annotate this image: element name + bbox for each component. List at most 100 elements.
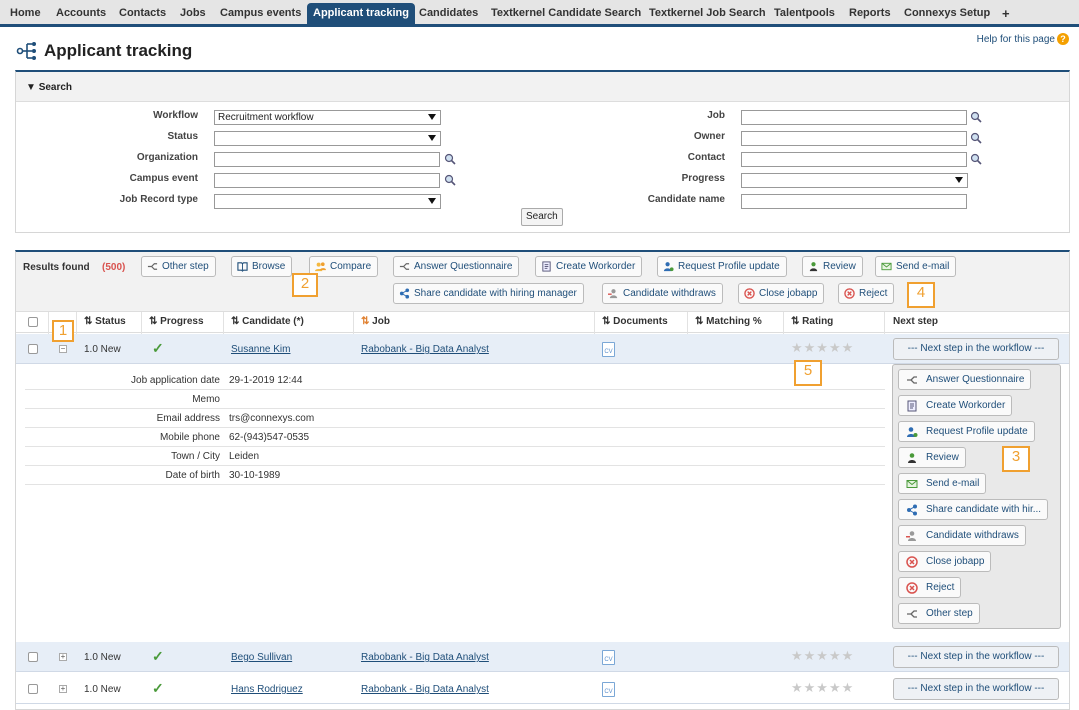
- cv-document-icon[interactable]: CV: [602, 650, 615, 665]
- tab-applicant-tracking[interactable]: Applicant tracking: [307, 3, 415, 24]
- workflow-label: Workflow: [153, 110, 198, 121]
- menu-answer-questionnaire[interactable]: Answer Questionnaire: [898, 369, 1032, 390]
- column-job[interactable]: ⇅ Job: [361, 316, 390, 327]
- cv-document-icon[interactable]: CV: [602, 342, 615, 357]
- reject-button[interactable]: Reject: [838, 283, 895, 304]
- tab-accounts[interactable]: Accounts: [50, 3, 112, 24]
- contact-input[interactable]: [741, 152, 967, 167]
- tab-home[interactable]: Home: [4, 3, 47, 24]
- detail-value: trs@connexys.com: [229, 413, 315, 424]
- row-checkbox[interactable]: [28, 652, 38, 662]
- search-button[interactable]: Search: [521, 208, 563, 226]
- column-separator: [687, 312, 688, 334]
- tab-jobs[interactable]: Jobs: [174, 3, 212, 24]
- rating-stars[interactable]: ★★★★★: [791, 648, 854, 664]
- next-step-menu: Answer Questionnaire Create Workorder Re…: [892, 364, 1061, 629]
- candidate-link[interactable]: Bego Sullivan: [231, 652, 292, 663]
- search-header[interactable]: ▼ Search: [16, 72, 1069, 102]
- lookup-icon[interactable]: [970, 111, 982, 123]
- next-step-dropdown[interactable]: --- Next step in the workflow ---: [893, 646, 1059, 668]
- status-select[interactable]: [214, 131, 441, 146]
- column-progress[interactable]: ⇅ Progress: [149, 316, 204, 327]
- compare-button[interactable]: Compare: [309, 256, 379, 277]
- row-checkbox[interactable]: [28, 684, 38, 694]
- create-workorder-label: Create Workorder: [556, 261, 636, 272]
- candidate-link[interactable]: Susanne Kim: [231, 344, 290, 355]
- job-link[interactable]: Rabobank - Big Data Analyst: [361, 344, 489, 355]
- row-checkbox[interactable]: [28, 344, 38, 354]
- close-jobapp-button[interactable]: Close jobapp: [738, 283, 825, 304]
- workflow-select[interactable]: Recruitment workflow: [214, 110, 441, 125]
- job-link[interactable]: Rabobank - Big Data Analyst: [361, 684, 489, 695]
- tab-textkernel-candidate-search[interactable]: Textkernel Candidate Search: [485, 3, 647, 24]
- user-update-icon: [907, 427, 918, 437]
- expand-row-icon[interactable]: +: [59, 685, 67, 693]
- tab-candidates[interactable]: Candidates: [413, 3, 484, 24]
- share-candidate-button[interactable]: Share candidate with hiring manager: [393, 283, 584, 304]
- menu-request-profile-update[interactable]: Request Profile update: [898, 421, 1035, 442]
- organization-input[interactable]: [214, 152, 440, 167]
- column-matching[interactable]: ⇅ Matching %: [695, 316, 762, 327]
- next-step-dropdown[interactable]: --- Next step in the workflow ---: [893, 678, 1059, 700]
- create-workorder-button[interactable]: Create Workorder: [535, 256, 643, 277]
- menu-review-label: Review: [926, 452, 959, 463]
- expand-row-icon[interactable]: +: [59, 653, 67, 661]
- candidate-withdraws-button[interactable]: Candidate withdraws: [602, 283, 723, 304]
- column-separator: [76, 312, 77, 334]
- column-rating[interactable]: ⇅ Rating: [791, 316, 833, 327]
- rating-stars[interactable]: ★★★★★: [791, 340, 854, 356]
- column-candidate[interactable]: ⇅ Candidate (*): [231, 316, 304, 327]
- answer-questionnaire-button[interactable]: Answer Questionnaire: [393, 256, 520, 277]
- send-email-button[interactable]: Send e-mail: [875, 256, 957, 277]
- progress-label: Progress: [681, 173, 725, 184]
- menu-send-email[interactable]: Send e-mail: [898, 473, 987, 494]
- candidate-link[interactable]: Hans Rodriguez: [231, 684, 303, 695]
- campus-event-input[interactable]: [214, 173, 440, 188]
- browse-button[interactable]: Browse: [231, 256, 293, 277]
- divider: [25, 484, 885, 485]
- search-toggle[interactable]: ▼ Search: [26, 82, 72, 93]
- progress-select[interactable]: [741, 173, 968, 188]
- review-button[interactable]: Review: [802, 256, 863, 277]
- help-icon[interactable]: ?: [1057, 33, 1069, 45]
- menu-candidate-withdraws[interactable]: Candidate withdraws: [898, 525, 1026, 546]
- share-candidate-label: Share candidate with hiring manager: [414, 288, 577, 299]
- tab-reports[interactable]: Reports: [843, 3, 897, 24]
- menu-reject[interactable]: Reject: [898, 577, 962, 598]
- tab-textkernel-job-search[interactable]: Textkernel Job Search: [643, 3, 772, 24]
- owner-input[interactable]: [741, 131, 967, 146]
- lookup-icon[interactable]: [970, 153, 982, 165]
- menu-share-candidate[interactable]: Share candidate with hir...: [898, 499, 1049, 520]
- column-separator: [884, 312, 885, 334]
- menu-share-candidate-label: Share candidate with hir...: [926, 504, 1042, 515]
- menu-other-step[interactable]: Other step: [898, 603, 980, 624]
- menu-review[interactable]: Review: [898, 447, 966, 468]
- tab-connexys-setup[interactable]: Connexys Setup: [898, 3, 996, 24]
- owner-label: Owner: [693, 131, 725, 142]
- select-all-checkbox[interactable]: [28, 317, 38, 327]
- lookup-icon[interactable]: [444, 174, 456, 186]
- tab-talentpools[interactable]: Talentpools: [768, 3, 841, 24]
- add-tab-button[interactable]: +: [996, 3, 1016, 24]
- tab-contacts[interactable]: Contacts: [113, 3, 172, 24]
- candidate-name-input[interactable]: [741, 194, 967, 209]
- other-step-button[interactable]: Other step: [141, 256, 216, 277]
- next-step-dropdown[interactable]: --- Next step in the workflow ---: [893, 338, 1059, 360]
- column-documents[interactable]: ⇅ Documents: [602, 316, 668, 327]
- tab-campus-events[interactable]: Campus events: [214, 3, 307, 24]
- lookup-icon[interactable]: [970, 132, 982, 144]
- request-profile-update-button[interactable]: Request Profile update: [657, 256, 787, 277]
- job-link[interactable]: Rabobank - Big Data Analyst: [361, 652, 489, 663]
- job-input[interactable]: [741, 110, 967, 125]
- job-record-type-select[interactable]: [214, 194, 441, 209]
- lookup-icon[interactable]: [444, 153, 456, 165]
- rating-stars[interactable]: ★★★★★: [791, 680, 854, 696]
- user-withdraw-icon: [906, 531, 916, 541]
- menu-other-step-label: Other step: [926, 608, 973, 619]
- collapse-row-icon[interactable]: −: [59, 345, 67, 353]
- column-status[interactable]: ⇅ Status: [84, 316, 126, 327]
- help-link[interactable]: Help for this page: [977, 34, 1055, 45]
- menu-create-workorder[interactable]: Create Workorder: [898, 395, 1013, 416]
- cv-document-icon[interactable]: CV: [602, 682, 615, 697]
- menu-close-jobapp[interactable]: Close jobapp: [898, 551, 992, 572]
